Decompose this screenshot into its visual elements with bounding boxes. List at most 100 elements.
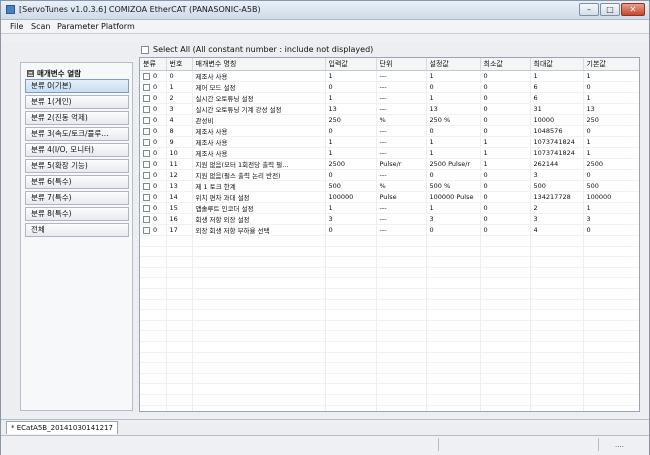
row-max: 3: [530, 169, 584, 181]
empty-cell: [426, 309, 481, 321]
table-row[interactable]: 0 11 지원 없음(모터 1회전당 출력 펄... 2500 Pulse/r 2500 …: [140, 158, 639, 170]
table-row[interactable]: 0 16 회생 저항 외장 설정 3 --- 3 0 3 3: [140, 213, 639, 225]
category-all[interactable]: 전체: [25, 223, 129, 237]
category-3-speed-torque[interactable]: 분류 3(속도/토크/풀루...: [25, 127, 129, 141]
empty-cell: [166, 341, 193, 353]
row-checkbox[interactable]: [143, 138, 150, 146]
category-4-io-monitor[interactable]: 분류 4(I/O, 모니터): [25, 143, 129, 157]
table-row[interactable]: 0 10 제조사 사용 1 --- 1 1 1073741824 1: [140, 147, 639, 159]
row-category-value: 0: [153, 116, 158, 124]
category-5-extended[interactable]: 분류 5(확장 기능): [25, 159, 129, 173]
row-checkbox[interactable]: [143, 105, 150, 113]
row-input[interactable]: 0: [325, 224, 377, 236]
row-checkbox[interactable]: [143, 83, 150, 91]
table-row[interactable]: 0 1 제어 모드 설정 0 --- 0 0 6 0: [140, 81, 639, 93]
table-row[interactable]: 0 14 위치 편차 과대 설정 100000 Pulse 100000 Pulse 0 13…: [140, 191, 639, 203]
category-7-special[interactable]: 분류 7(특수): [25, 191, 129, 205]
row-input[interactable]: 1: [325, 92, 377, 104]
row-input[interactable]: 0: [325, 169, 377, 181]
empty-cell: [166, 299, 193, 311]
row-input[interactable]: 0: [325, 125, 377, 137]
row-checkbox[interactable]: [143, 226, 150, 234]
row-setting: 1: [426, 136, 481, 148]
table-row[interactable]: 0 2 실시간 오토튜닝 설정 1 --- 1 0 6 1: [140, 92, 639, 104]
row-input[interactable]: 500: [325, 180, 377, 192]
row-checkbox[interactable]: [143, 116, 150, 124]
menu-file[interactable]: File: [10, 22, 23, 31]
empty-cell: [166, 394, 193, 406]
row-checkbox[interactable]: [143, 204, 150, 212]
category-6-special[interactable]: 분류 6(특수): [25, 175, 129, 189]
category-2-vibration[interactable]: 분류 2(진동 억제): [25, 111, 129, 125]
row-checkbox[interactable]: [143, 149, 150, 157]
document-tab-bar: * ECatA5B_20141030141217: [1, 419, 649, 435]
category-0-basic[interactable]: 분류 0(기본): [25, 79, 129, 93]
minimize-button[interactable]: –: [579, 3, 599, 16]
row-checkbox[interactable]: [143, 182, 150, 190]
menu-parameter[interactable]: Parameter: [57, 22, 99, 31]
row-input[interactable]: 1: [325, 70, 377, 82]
empty-cell: [192, 299, 326, 311]
row-checkbox[interactable]: [143, 215, 150, 223]
header-input[interactable]: 입력값: [325, 58, 377, 71]
category-1-gain[interactable]: 분류 1(게인): [25, 95, 129, 109]
row-input[interactable]: 3: [325, 213, 377, 225]
table-row[interactable]: 0 4 관성비 250% 250 % 0 10000 250: [140, 114, 639, 126]
row-input[interactable]: 100000: [325, 191, 377, 203]
table-row[interactable]: 0 13 제 1 토크 한계 500% 500 % 0 500 500: [140, 180, 639, 192]
empty-cell: [376, 405, 427, 411]
table-row[interactable]: 0 8 제조사 사용 0 --- 0 0 1048576 0: [140, 125, 639, 137]
row-input[interactable]: 1: [325, 147, 377, 159]
document-tab[interactable]: * ECatA5B_20141030141217: [6, 421, 118, 434]
row-min: 1: [480, 158, 531, 170]
table-row[interactable]: 0 17 외장 회생 저항 부하율 선택 0 --- 0 0 4 0: [140, 224, 639, 236]
header-unit[interactable]: 단위: [376, 58, 427, 71]
menu-scan[interactable]: Scan: [31, 22, 50, 31]
row-input[interactable]: 2500: [325, 158, 377, 170]
collapse-icon[interactable]: ⊟: [27, 70, 34, 77]
row-checkbox[interactable]: [143, 160, 150, 168]
row-input[interactable]: 250: [325, 114, 377, 126]
table-row[interactable]: 0 15 앱솔루트 인코더 설정 1 --- 1 0 2 1: [140, 202, 639, 214]
row-checkbox[interactable]: [143, 94, 150, 102]
select-all-checkbox[interactable]: [141, 45, 149, 54]
header-max[interactable]: 최대값: [530, 58, 584, 71]
empty-cell: [140, 341, 167, 353]
menu-platform[interactable]: Platform: [101, 22, 135, 31]
empty-cell: [376, 309, 427, 321]
close-button[interactable]: ✕: [621, 3, 645, 16]
table-row[interactable]: 0 9 제조사 사용 1 --- 1 1 1073741824 1: [140, 136, 639, 148]
empty-cell: [480, 383, 531, 395]
header-category[interactable]: 분류: [140, 58, 167, 71]
row-category-value: 0: [153, 138, 158, 146]
row-number: 13: [166, 180, 193, 192]
category-8-special[interactable]: 분류 8(특수): [25, 207, 129, 221]
empty-cell: [530, 256, 584, 268]
row-max: 500: [530, 180, 584, 192]
row-unit: ---: [376, 224, 427, 236]
table-row[interactable]: 0 12 지원 없음(펄스 출력 논리 반전) 0 --- 0 0 3 0: [140, 169, 639, 181]
table-row[interactable]: 0 0 제조사 사용 1 --- 1 0 1 1: [140, 70, 639, 82]
empty-cell: [583, 383, 639, 395]
row-checkbox[interactable]: [143, 171, 150, 179]
row-input[interactable]: 13: [325, 103, 377, 115]
select-all-row[interactable]: Select All (All constant number : includ…: [141, 44, 373, 55]
row-input[interactable]: 1: [325, 202, 377, 214]
empty-row: [140, 394, 639, 406]
empty-cell: [166, 256, 193, 268]
empty-cell: [583, 309, 639, 321]
header-min[interactable]: 최소값: [480, 58, 531, 71]
row-input[interactable]: 1: [325, 136, 377, 148]
empty-cell: [426, 394, 481, 406]
header-setting[interactable]: 설정값: [426, 58, 481, 71]
row-checkbox[interactable]: [143, 193, 150, 201]
header-default[interactable]: 기본값: [583, 58, 639, 71]
row-checkbox[interactable]: [143, 72, 150, 80]
row-checkbox[interactable]: [143, 127, 150, 135]
row-input[interactable]: 0: [325, 81, 377, 93]
table-row[interactable]: 0 3 실시간 오토튜닝 기계 강성 설정 13 --- 13 0 31 13: [140, 103, 639, 115]
empty-cell: [140, 405, 167, 411]
maximize-button[interactable]: □: [600, 3, 620, 16]
header-name[interactable]: 매개변수 명칭: [192, 58, 326, 71]
header-number[interactable]: 번호: [166, 58, 193, 71]
